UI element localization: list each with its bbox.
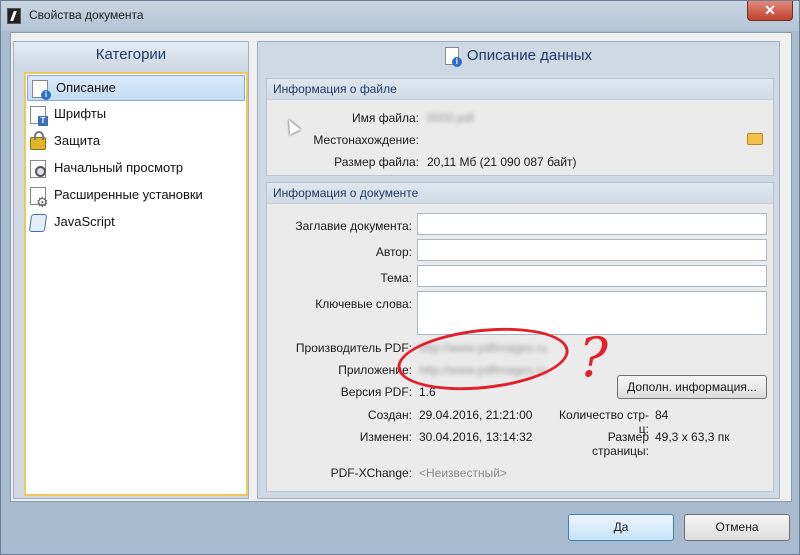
application-label: Приложение:: [338, 363, 412, 377]
category-label: Начальный просмотр: [54, 160, 184, 175]
category-label: Шрифты: [54, 106, 107, 121]
doc-info-title: Информация о документе: [267, 183, 773, 204]
document-properties-dialog: Свойства документа ✕ Категории i Описани…: [0, 0, 800, 555]
description-pane: i Описание данных Информация о файле Имя …: [257, 41, 780, 499]
categories-list: i Описание Шрифты Защита Начальный просм…: [24, 72, 248, 496]
red-question-mark: ?: [579, 326, 608, 389]
producer-label: Производитель PDF:: [295, 341, 412, 355]
pdfxchange-label: PDF-XChange:: [330, 466, 412, 480]
more-info-button[interactable]: Дополн. информация...: [617, 375, 767, 399]
filename-value: 0000.pdf: [427, 111, 474, 125]
magnifier-icon: [30, 160, 46, 178]
document-info-icon: i: [444, 47, 462, 68]
description-header-title: Описание данных: [466, 47, 593, 64]
fonts-icon: [30, 106, 48, 126]
subject-label: Тема:: [380, 271, 412, 285]
category-item-fonts[interactable]: Шрифты: [26, 102, 246, 129]
gear-icon: [30, 187, 49, 214]
page-size-label: Размер страницы:: [591, 430, 649, 458]
category-item-advanced[interactable]: Расширенные установки: [26, 183, 246, 214]
file-info-title: Информация о файле: [267, 79, 773, 100]
subject-input[interactable]: [417, 265, 767, 287]
categories-pane: Категории i Описание Шрифты Защита Начал…: [13, 41, 249, 499]
category-item-javascript[interactable]: JavaScript: [26, 210, 246, 237]
keywords-label: Ключевые слова:: [315, 297, 412, 311]
categories-header: Категории: [14, 42, 248, 68]
page-count-value: 84: [655, 408, 669, 422]
doc-title-input[interactable]: [417, 213, 767, 235]
category-label: JavaScript: [54, 214, 115, 229]
window-title: Свойства документа: [29, 8, 144, 22]
document-info-icon: i: [32, 80, 51, 100]
file-info-section: Информация о файле Имя файла: 0000.pdf М…: [266, 78, 774, 176]
ok-button[interactable]: Да: [568, 514, 674, 541]
created-value: 29.04.2016, 21:21:00: [419, 408, 533, 422]
file-size-value: 20,11 Мб (21 090 087 байт): [427, 155, 577, 169]
close-button[interactable]: ✕: [747, 1, 793, 21]
doc-title-label: Заглавие документа:: [295, 219, 412, 233]
description-header: i Описание данных: [258, 42, 779, 72]
category-label: Расширенные установки: [54, 187, 203, 202]
author-label: Автор:: [375, 245, 412, 259]
javascript-icon: [28, 214, 48, 232]
lock-icon: [30, 131, 46, 150]
title-bar[interactable]: Свойства документа ✕: [1, 1, 799, 31]
page-size-value: 49,3 x 63,3 пк: [655, 430, 730, 444]
file-size-label: Размер файла:: [334, 155, 419, 169]
modified-label: Изменен:: [359, 430, 412, 444]
cancel-button[interactable]: Отмена: [684, 514, 790, 541]
modified-value: 30.04.2016, 13:14:32: [419, 430, 533, 444]
category-item-security[interactable]: Защита: [26, 129, 246, 156]
created-label: Создан:: [367, 408, 412, 422]
app-icon: [7, 8, 21, 24]
category-item-initial-view[interactable]: Начальный просмотр: [26, 156, 246, 183]
pdf-version-label: Версия PDF:: [340, 385, 412, 399]
category-label: Защита: [54, 133, 101, 148]
author-input[interactable]: [417, 239, 767, 261]
category-item-description[interactable]: i Описание: [27, 75, 245, 101]
category-label: Описание: [56, 80, 116, 95]
folder-icon[interactable]: [747, 133, 763, 145]
pdfxchange-value: <Неизвестный>: [419, 466, 507, 480]
